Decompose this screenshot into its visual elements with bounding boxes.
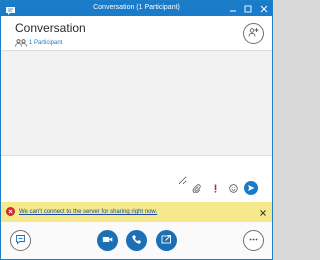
video-button[interactable] xyxy=(97,230,118,251)
im-button[interactable] xyxy=(10,230,31,251)
notification-message[interactable]: We can't connect to the server for shari… xyxy=(19,208,157,216)
emoticon-icon xyxy=(229,180,238,198)
add-people-icon xyxy=(248,25,259,43)
im-icon xyxy=(15,232,26,250)
conversation-window: Conversation (1 Participant) Conversatio… xyxy=(0,0,273,260)
conversation-header: Conversation 1 Participant xyxy=(1,16,272,50)
dismiss-notification-button[interactable] xyxy=(258,206,268,217)
phone-icon xyxy=(131,232,142,250)
more-options-button[interactable] xyxy=(243,230,264,251)
error-icon xyxy=(6,207,15,216)
title-bar: Conversation (1 Participant) xyxy=(1,1,272,16)
notification-bar: We can't connect to the server for shari… xyxy=(1,202,272,222)
importance-icon xyxy=(211,180,220,198)
attach-icon xyxy=(192,180,201,198)
present-icon xyxy=(161,232,172,250)
emoticon-button[interactable] xyxy=(228,183,239,194)
compose-area xyxy=(1,157,272,199)
send-icon xyxy=(247,179,255,197)
more-options-icon xyxy=(248,232,259,250)
participants-link[interactable]: 1 Participant xyxy=(15,38,62,48)
present-button[interactable] xyxy=(156,230,177,251)
phone-button[interactable] xyxy=(126,230,147,251)
conversation-toolbar xyxy=(1,222,272,259)
maximize-button[interactable] xyxy=(241,1,255,16)
message-input[interactable] xyxy=(7,161,187,185)
minimize-button[interactable] xyxy=(226,1,240,16)
video-icon xyxy=(102,232,113,250)
send-button[interactable] xyxy=(244,181,258,195)
conversation-history xyxy=(1,50,272,156)
close-button[interactable] xyxy=(257,1,271,16)
close-icon xyxy=(260,203,266,221)
add-people-button[interactable] xyxy=(243,23,264,44)
importance-button[interactable] xyxy=(210,183,221,194)
attach-button[interactable] xyxy=(191,183,202,194)
participant-count[interactable]: 1 Participant xyxy=(29,40,62,46)
